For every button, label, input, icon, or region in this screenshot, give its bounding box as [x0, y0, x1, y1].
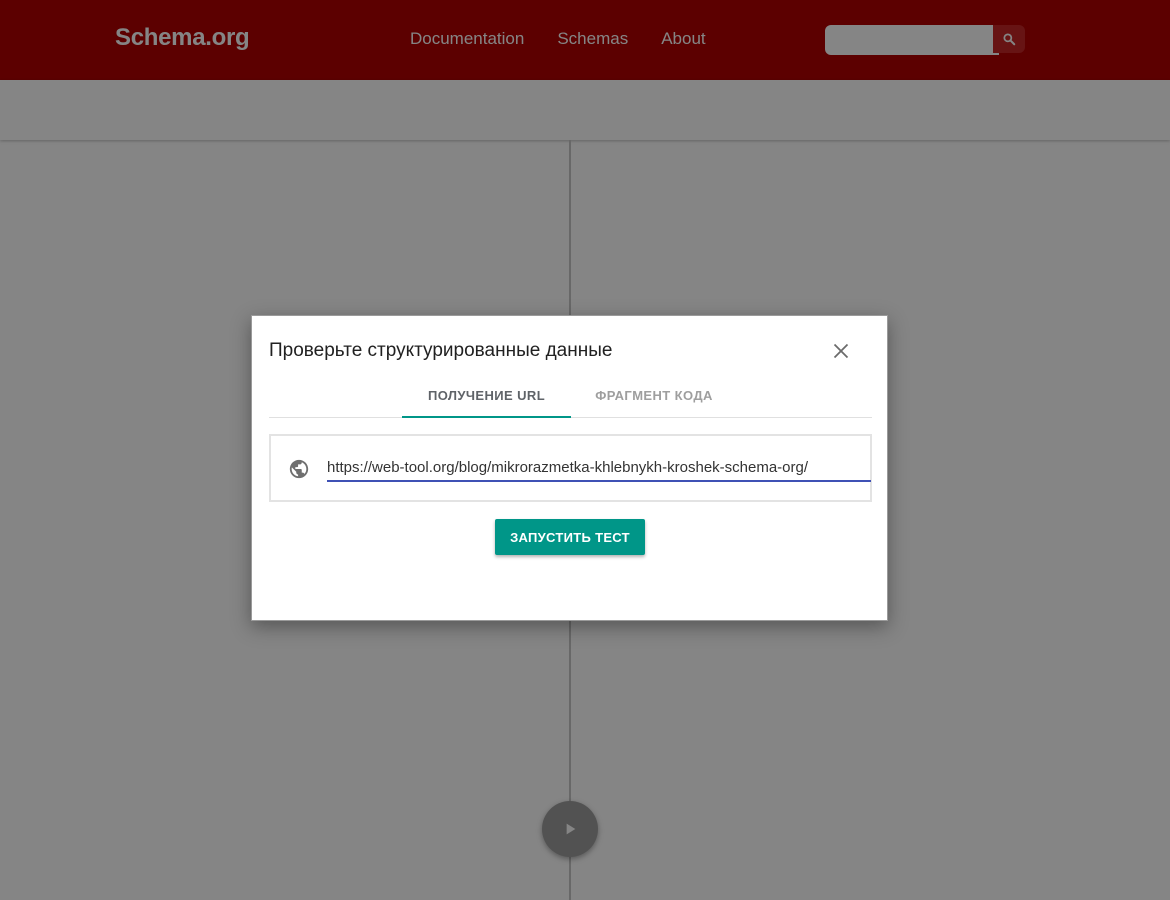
close-button[interactable]: [830, 340, 852, 362]
close-icon: [833, 343, 849, 359]
dialog-tabs: ПОЛУЧЕНИЕ URL ФРАГМЕНТ КОДА: [269, 374, 872, 418]
globe-icon: [289, 459, 309, 479]
dialog-title: Проверьте структурированные данные: [269, 340, 613, 361]
validate-dialog: Проверьте структурированные данные ПОЛУЧ…: [251, 315, 888, 621]
url-input[interactable]: [327, 454, 871, 482]
run-test-button[interactable]: ЗАПУСТИТЬ ТЕСТ: [495, 519, 645, 555]
tab-fetch-url[interactable]: ПОЛУЧЕНИЕ URL: [402, 374, 571, 418]
tab-code-snippet[interactable]: ФРАГМЕНТ КОДА: [579, 374, 729, 416]
url-panel: [269, 434, 872, 502]
